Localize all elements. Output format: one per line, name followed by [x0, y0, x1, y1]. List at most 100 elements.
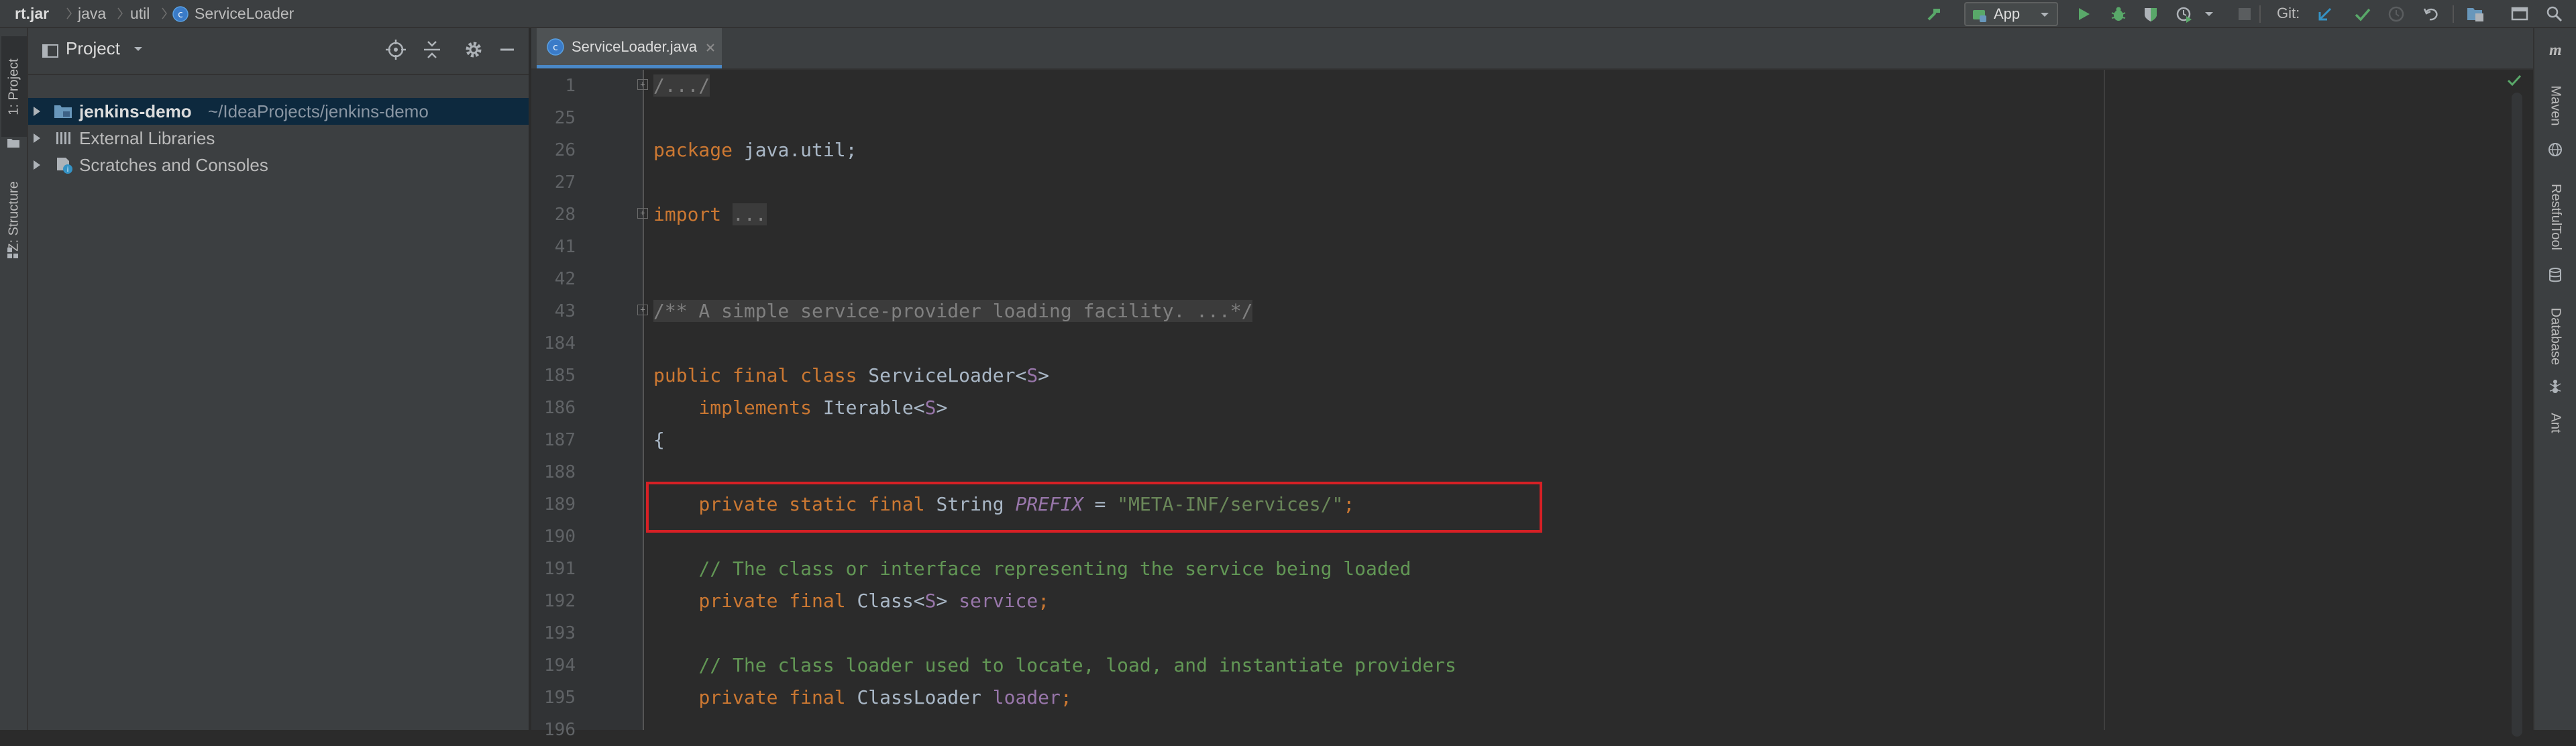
scratches-icon: i	[57, 158, 72, 174]
left-tool-window-strip: 1: Project Z: Structure	[0, 28, 28, 730]
line-number[interactable]: 26	[531, 134, 576, 166]
profile-icon[interactable]	[2174, 3, 2195, 25]
chevron-down-icon[interactable]	[133, 46, 144, 52]
git-commit-icon[interactable]	[2352, 3, 2373, 25]
minimize-icon[interactable]	[495, 38, 519, 62]
project-root-path: ~/IdeaProjects/jenkins-demo	[208, 101, 429, 121]
breadcrumb-java[interactable]: java	[78, 0, 106, 28]
editor-tab-serviceloader[interactable]: c ServiceLoader.java	[537, 28, 722, 68]
line-number-gutter: 1 25 26 27 28 41 42 43 184 185 186 187 188 189 190 191 1…	[531, 70, 644, 740]
chevron-right-icon	[117, 7, 123, 19]
breadcrumb-serviceloader[interactable]: ServiceLoader	[195, 0, 294, 28]
maven-icon: m	[2549, 42, 2562, 59]
line-number[interactable]: 188	[531, 456, 576, 488]
git-update-icon[interactable]	[2314, 3, 2336, 25]
triangle-right-icon	[34, 134, 40, 143]
code-line-186: implements Iterable<S>	[698, 396, 948, 419]
tool-tab-maven-label: Maven	[2548, 85, 2563, 126]
line-number[interactable]: 184	[531, 327, 576, 360]
line-number[interactable]: 192	[531, 585, 576, 617]
line-number[interactable]: 190	[531, 521, 576, 553]
code-line-187: {	[653, 429, 665, 451]
globe-icon	[2548, 143, 2562, 156]
class-file-icon: c	[172, 6, 189, 22]
fold-expand-icon[interactable]: +	[637, 305, 648, 315]
line-number[interactable]: 42	[531, 263, 576, 295]
line-number[interactable]: 193	[531, 617, 576, 649]
tree-item-external-libraries[interactable]: External Libraries	[28, 125, 529, 152]
build-hammer-icon[interactable]	[1924, 3, 1945, 25]
triangle-right-icon	[34, 160, 40, 170]
editor-scrollbar[interactable]	[2512, 93, 2522, 737]
line-number[interactable]: 186	[531, 392, 576, 424]
chevron-down-icon[interactable]	[2203, 3, 2215, 25]
right-tool-window-strip: m Maven RestfulTool Database Ant	[2507, 28, 2576, 737]
folder-icon	[7, 139, 19, 148]
line-number[interactable]: 25	[531, 102, 576, 134]
git-rollback-icon[interactable]	[2420, 3, 2442, 25]
line-number[interactable]: 27	[531, 166, 576, 199]
line-number[interactable]: 41	[531, 231, 576, 263]
right-margin-guide	[2104, 70, 2105, 730]
project-structure-icon[interactable]	[2465, 3, 2486, 25]
scratches-label: Scratches and Consoles	[79, 155, 268, 175]
structure-icon	[7, 248, 18, 258]
project-view-icon	[42, 44, 58, 58]
project-panel-title[interactable]: Project	[66, 28, 120, 68]
presentation-mode-icon[interactable]	[2509, 3, 2530, 25]
tool-tab-database[interactable]: Database	[2534, 286, 2576, 386]
line-number[interactable]: 189	[531, 488, 576, 521]
run-icon[interactable]	[2073, 3, 2094, 25]
editor-tab-label: ServiceLoader.java	[572, 38, 698, 55]
tool-tab-project-label: 1: Project	[6, 58, 21, 115]
line-number[interactable]: 187	[531, 424, 576, 456]
code-line-185: public final class ServiceLoader<S>	[653, 364, 1050, 386]
tool-tab-restfultool[interactable]: RestfulTool	[2534, 160, 2576, 274]
fold-expand-icon[interactable]: +	[637, 79, 648, 90]
search-icon[interactable]	[2544, 3, 2565, 25]
triangle-right-icon	[34, 107, 40, 116]
module-folder-icon	[54, 105, 72, 118]
tree-item-scratches[interactable]: i Scratches and Consoles	[28, 152, 529, 178]
chevron-right-icon	[162, 7, 167, 19]
code-line-43: /** A simple service-provider loading fa…	[653, 300, 1253, 322]
line-number[interactable]: 195	[531, 682, 576, 714]
line-number[interactable]: 28	[531, 199, 576, 231]
run-configuration-dropdown[interactable]: App	[1964, 2, 2058, 26]
tool-tab-project[interactable]: 1: Project	[1, 36, 27, 137]
toolbar-divider	[2259, 5, 2261, 23]
breadcrumb-jar[interactable]: rt.jar	[15, 0, 49, 28]
line-number[interactable]: 43	[531, 295, 576, 327]
tool-tab-ant-label: Ant	[2548, 412, 2563, 433]
locate-file-icon[interactable]	[384, 38, 408, 62]
tool-tab-maven[interactable]: Maven	[2534, 62, 2576, 149]
ant-icon	[2549, 380, 2561, 393]
git-label: Git:	[2277, 5, 2300, 21]
class-file-icon: c	[547, 38, 564, 56]
line-number[interactable]: 1	[531, 70, 576, 102]
line-number[interactable]: 196	[531, 714, 576, 746]
line-number[interactable]: 194	[531, 649, 576, 682]
project-root-name: jenkins-demo	[79, 101, 192, 121]
line-number[interactable]: 185	[531, 360, 576, 392]
code-line-192: private final Class<S> service;	[698, 590, 1050, 612]
git-history-icon[interactable]	[2385, 3, 2407, 25]
external-libraries-label: External Libraries	[79, 128, 215, 148]
gear-icon[interactable]	[462, 38, 486, 62]
close-icon[interactable]	[706, 43, 715, 52]
debug-icon[interactable]	[2108, 3, 2129, 25]
editor-tab-bar: c ServiceLoader.java	[531, 28, 2533, 70]
fold-expand-icon[interactable]: +	[637, 208, 648, 219]
tree-item-project-root[interactable]: jenkins-demo ~/IdeaProjects/jenkins-demo	[28, 98, 529, 125]
navigation-bar: rt.jar java util c ServiceLoader App Git…	[0, 0, 2576, 28]
application-icon	[1973, 10, 1986, 22]
chevron-right-icon	[66, 7, 72, 19]
collapse-all-icon[interactable]	[420, 38, 444, 62]
tool-tab-ant[interactable]: Ant	[2534, 396, 2576, 449]
coverage-icon[interactable]	[2140, 3, 2161, 25]
code-line-195: private final ClassLoader loader;	[698, 686, 1072, 708]
stop-icon[interactable]	[2234, 3, 2255, 25]
code-editor[interactable]: + /.../ package java.util; + import ... …	[637, 70, 2533, 730]
line-number[interactable]: 191	[531, 553, 576, 585]
breadcrumb-util[interactable]: util	[130, 0, 150, 28]
